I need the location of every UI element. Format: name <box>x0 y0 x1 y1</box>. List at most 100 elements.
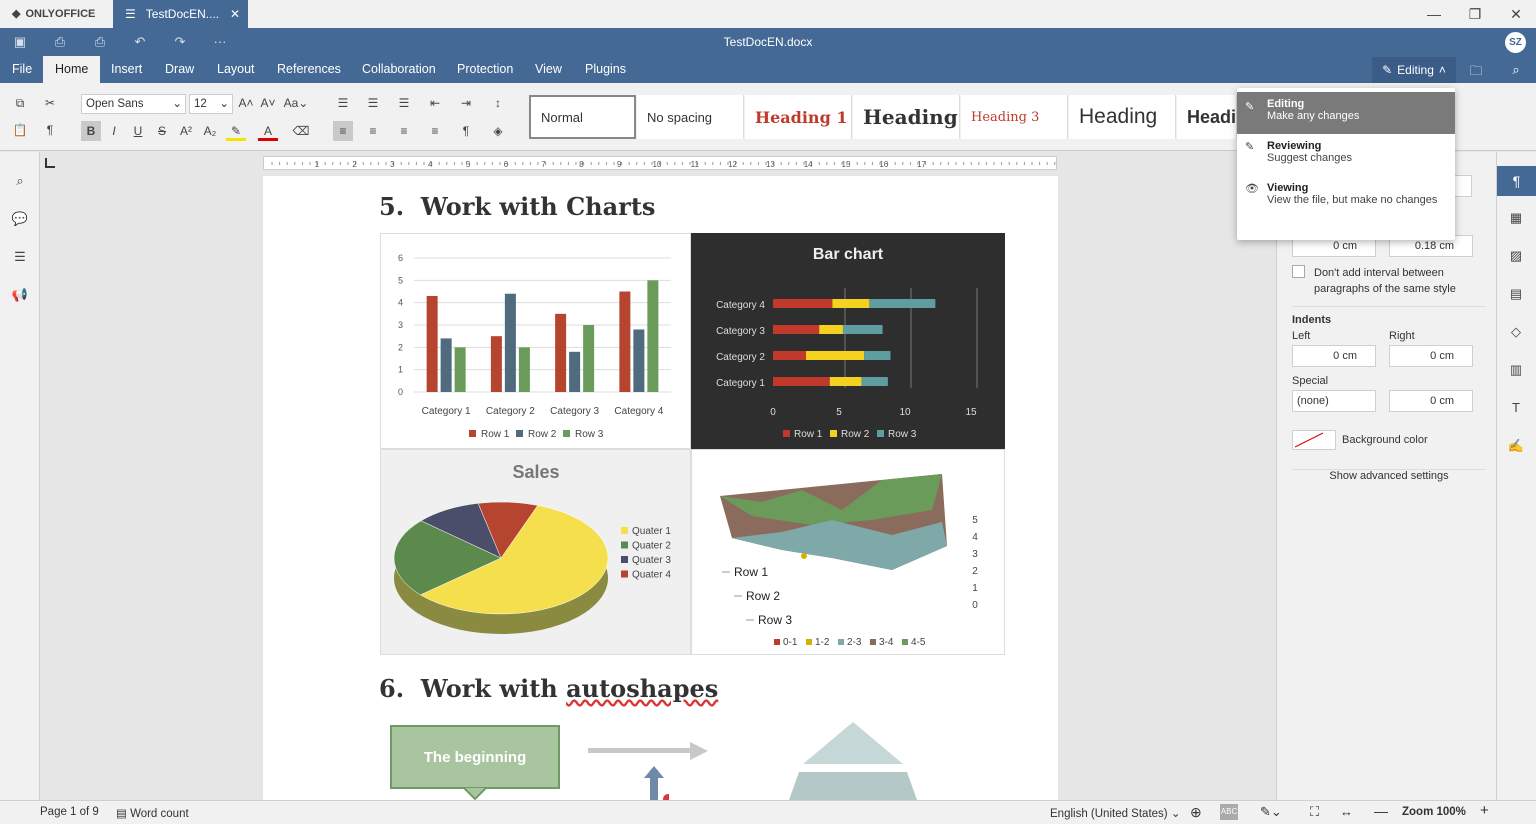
menu-view[interactable]: View <box>523 56 574 83</box>
bar-chart[interactable]: Bar chart 0 5 10 15 Category 4 Category 3 Categ… <box>691 233 1005 449</box>
area-chart[interactable]: 0 1 2 3 4 5 Row 1 Row 2 Row 3 0-1 1-2 2-3 3-4 4-5 <box>691 449 1005 655</box>
superscript-icon[interactable]: A² <box>176 121 196 141</box>
header-footer-icon[interactable]: ▤ <box>1506 286 1526 306</box>
chart-settings-icon[interactable]: ▥ <box>1506 362 1526 382</box>
align-left-icon[interactable]: ≡ <box>333 121 353 141</box>
editing-mode-button[interactable]: ✎ Editing ˄ <box>1372 57 1456 83</box>
multilevel-icon[interactable]: ☰ <box>394 93 414 113</box>
font-color-icon[interactable]: A <box>258 121 278 141</box>
align-center-icon[interactable]: ≡ <box>363 121 383 141</box>
clear-format-icon[interactable]: ⌫ <box>291 121 311 141</box>
language-select[interactable]: English (United States) ⌄ <box>1050 806 1180 820</box>
style-heading-4[interactable]: Heading <box>1069 95 1176 139</box>
minimize-icon[interactable]: — <box>1424 4 1444 24</box>
page-indicator[interactable]: Page 1 of 9 <box>40 806 99 818</box>
image-settings-icon[interactable]: ▨ <box>1506 248 1526 268</box>
interval-checkbox[interactable] <box>1292 265 1305 278</box>
ruler[interactable]: 1 2 3 4 5 6 7 8 9 10 11 12 13 14 15 16 17 <box>263 156 1057 170</box>
increase-font-icon[interactable]: A˄ <box>236 93 256 113</box>
italic-icon[interactable]: I <box>104 121 124 141</box>
align-right-icon[interactable]: ≡ <box>394 121 414 141</box>
shading-icon[interactable]: ◈ <box>488 121 508 141</box>
menu-layout[interactable]: Layout <box>205 56 267 83</box>
zoom-level[interactable]: Zoom 100% <box>1402 806 1466 818</box>
column-chart[interactable]: 0 1 2 3 4 5 6 Category 1 Category 2 Category 3 Cat… <box>380 233 691 449</box>
table-settings-icon[interactable]: ▦ <box>1506 210 1526 230</box>
style-heading-5[interactable]: Headi <box>1177 95 1237 139</box>
decrease-indent-icon[interactable]: ⇤ <box>425 93 445 113</box>
close-window-icon[interactable]: ✕ <box>1506 4 1526 24</box>
up-arrow-shape[interactable] <box>639 766 669 800</box>
menu-collaboration[interactable]: Collaboration <box>350 56 448 83</box>
signature-icon[interactable]: ✍ <box>1506 438 1526 458</box>
globe-icon[interactable]: ⊕ <box>1190 804 1202 821</box>
restore-icon[interactable]: ❐ <box>1465 4 1485 24</box>
style-heading-3[interactable]: Heading 3 <box>961 95 1068 139</box>
arrow-shape[interactable] <box>588 741 710 761</box>
document-tab[interactable]: ☰ TestDocEN.... ✕ <box>113 0 248 28</box>
bold-icon[interactable]: B <box>81 121 101 141</box>
navigation-icon[interactable]: ☰ <box>10 249 30 269</box>
search-icon[interactable]: ⌕ <box>10 173 30 193</box>
textart-settings-icon[interactable]: T <box>1506 400 1526 420</box>
search-icon[interactable]: ⌕ <box>1506 62 1526 78</box>
fit-width-icon[interactable]: ↔ <box>1340 804 1353 819</box>
copy-icon[interactable]: ⧉ <box>10 93 30 113</box>
word-count-icon: ▤ <box>116 808 131 820</box>
open-location-icon[interactable]: 🗀 <box>1466 62 1486 78</box>
background-color-picker[interactable] <box>1292 430 1336 450</box>
pyramid-shape[interactable] <box>783 722 923 800</box>
feedback-icon[interactable]: 📢 <box>10 287 30 307</box>
bullets-icon[interactable]: ☰ <box>333 93 353 113</box>
track-changes-icon[interactable]: ✎⌄ <box>1260 804 1282 820</box>
change-case-icon[interactable]: Aa⌄ <box>282 93 310 113</box>
comments-icon[interactable]: 💬 <box>10 211 30 231</box>
increase-indent-icon[interactable]: ⇥ <box>456 93 476 113</box>
tab-stop-icon[interactable] <box>45 158 55 168</box>
justify-icon[interactable]: ≡ <box>425 121 445 141</box>
style-heading-1[interactable]: Heading 1 <box>745 95 852 139</box>
indent-left-field[interactable]: 0 cm <box>1292 345 1376 367</box>
menu-protection[interactable]: Protection <box>445 56 525 83</box>
shape-settings-icon[interactable]: ◇ <box>1506 324 1526 344</box>
underline-icon[interactable]: U <box>128 121 148 141</box>
avatar[interactable]: SZ <box>1505 32 1526 53</box>
cut-icon[interactable]: ✂ <box>40 93 60 113</box>
format-painter-icon[interactable]: ¶ <box>40 120 60 140</box>
font-name-select[interactable]: Open Sans ⌄ <box>81 94 186 114</box>
highlight-icon[interactable]: ✎ <box>226 121 246 141</box>
line-spacing-icon[interactable]: ↕ <box>488 93 508 113</box>
fit-page-icon[interactable]: ⛶ <box>1310 804 1319 820</box>
menu-references[interactable]: References <box>265 56 353 83</box>
font-size-select[interactable]: 12 ⌄ <box>189 94 233 114</box>
numbering-icon[interactable]: ☰ <box>363 93 383 113</box>
spellcheck-icon[interactable]: ABC <box>1220 804 1238 820</box>
menu-draw[interactable]: Draw <box>153 56 206 83</box>
nonprinting-icon[interactable]: ¶ <box>456 121 476 141</box>
strikethrough-icon[interactable]: S <box>152 121 172 141</box>
mode-reviewing[interactable]: ✎ Reviewing Suggest changes <box>1237 134 1455 170</box>
style-normal[interactable]: Normal <box>529 95 636 139</box>
pie-chart[interactable]: Sales Quater 1 Quater 2 Quater 3 Quater 4 <box>380 449 691 655</box>
mode-editing[interactable]: ✎ Editing Make any changes <box>1237 92 1455 134</box>
decrease-font-icon[interactable]: A˅ <box>258 93 278 113</box>
style-heading-2[interactable]: Heading <box>853 95 960 139</box>
paste-icon[interactable]: 📋 <box>10 120 30 140</box>
menu-file[interactable]: File <box>0 56 44 83</box>
paragraph-settings-icon[interactable]: ¶ <box>1497 166 1536 196</box>
menu-plugins[interactable]: Plugins <box>573 56 638 83</box>
menu-insert[interactable]: Insert <box>99 56 154 83</box>
close-tab-icon[interactable]: ✕ <box>230 7 240 21</box>
shape-callout[interactable]: The beginning <box>390 725 560 789</box>
special-amount-field[interactable]: 0 cm <box>1389 390 1473 412</box>
advanced-settings-link[interactable]: Show advanced settings <box>1292 469 1486 482</box>
mode-viewing[interactable]: 👁 Viewing View the file, but make no chan… <box>1237 176 1455 212</box>
subscript-icon[interactable]: A₂ <box>200 121 220 141</box>
menu-home[interactable]: Home <box>43 56 101 83</box>
indent-right-field[interactable]: 0 cm <box>1389 345 1473 367</box>
special-select[interactable]: (none) <box>1292 390 1376 412</box>
style-no-spacing[interactable]: No spacing <box>637 95 744 139</box>
zoom-out-icon[interactable]: — <box>1374 803 1388 819</box>
zoom-in-icon[interactable]: + <box>1480 802 1489 819</box>
word-count-button[interactable]: ▤ Word count <box>116 806 189 820</box>
